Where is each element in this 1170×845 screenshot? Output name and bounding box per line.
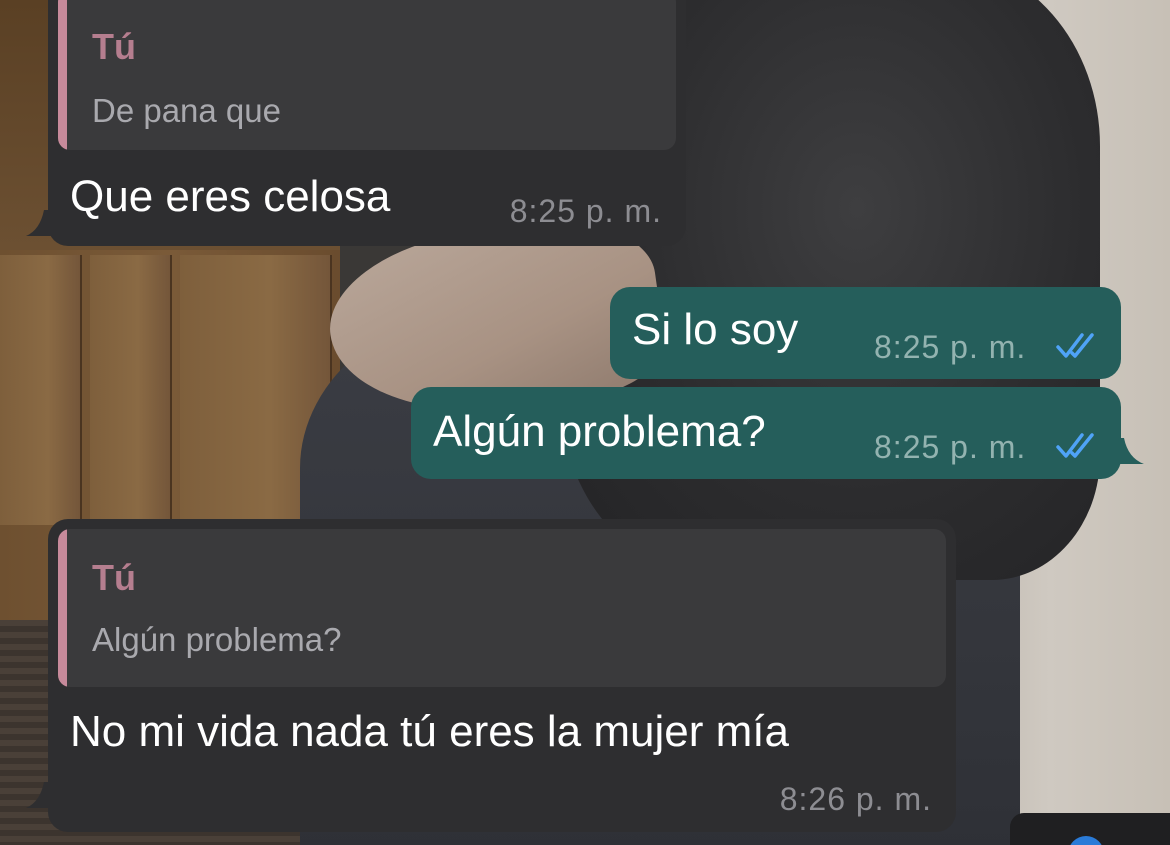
quoted-reply-text: De pana que <box>92 92 281 129</box>
message-text: Si lo soy <box>632 305 799 354</box>
quoted-reply-accent-bar <box>58 529 67 687</box>
bubble-tail-incoming <box>26 782 52 808</box>
message-text: Algún problema? <box>433 407 766 456</box>
message-timestamp: 8:25 p. m. <box>509 193 662 229</box>
quoted-reply[interactable]: Tú Algún problema? <box>58 529 946 687</box>
double-check-icon <box>1056 433 1094 458</box>
wallpaper-panel <box>0 255 82 525</box>
message-bubble-incoming[interactable]: Tú De pana que Que eres celosa 8:25 p. m… <box>48 0 686 246</box>
message-text: Que eres celosa <box>70 172 391 221</box>
quoted-reply[interactable]: Tú De pana que <box>58 0 676 150</box>
message-bubble-outgoing[interactable]: Algún problema? 8:25 p. m. <box>411 387 1121 479</box>
wallpaper-panel <box>90 255 172 525</box>
message-timestamp: 8:25 p. m. <box>874 429 1027 465</box>
bubble-tail-incoming <box>26 210 52 236</box>
message-bubble-outgoing[interactable]: Si lo soy 8:25 p. m. <box>610 287 1121 379</box>
message-timestamp: 8:26 p. m. <box>779 781 932 817</box>
quoted-reply-author: Tú <box>92 26 136 67</box>
message-bubble-incoming[interactable]: Tú Algún problema? No mi vida nada tú er… <box>48 519 956 832</box>
quoted-reply-text: Algún problema? <box>92 621 342 658</box>
quoted-reply-accent-bar <box>58 0 67 150</box>
quoted-reply-author: Tú <box>92 557 136 598</box>
bubble-tail-outgoing <box>1116 438 1144 464</box>
message-timestamp: 8:25 p. m. <box>874 329 1027 365</box>
message-text: No mi vida nada tú eres la mujer mía <box>70 707 789 756</box>
double-check-icon <box>1056 333 1094 358</box>
